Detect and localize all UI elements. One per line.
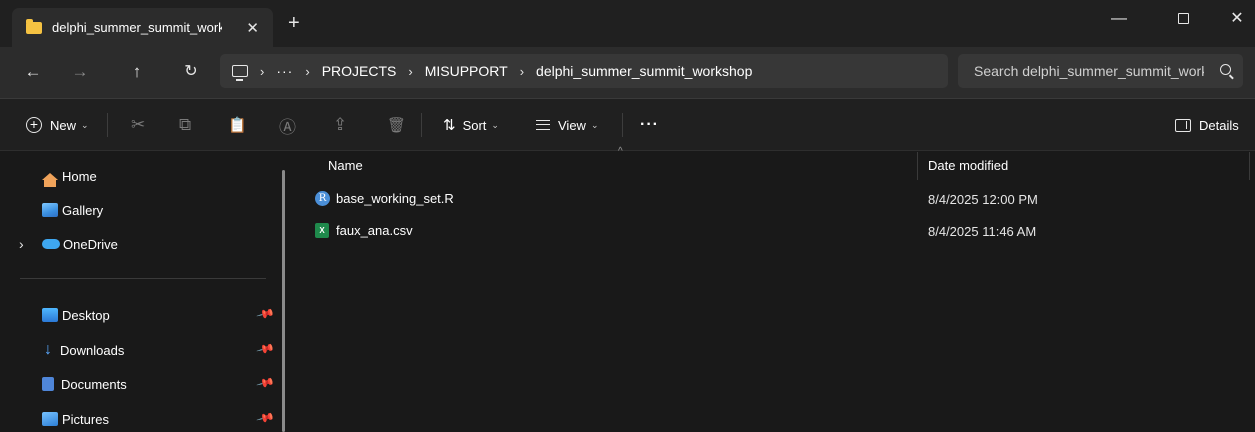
excel-csv-file-icon: X	[315, 223, 329, 238]
up-button[interactable]: ↑	[126, 62, 148, 82]
sidebar-item-label: Gallery	[62, 202, 104, 218]
back-button[interactable]: ←	[22, 62, 44, 82]
download-arrow-icon: ↓	[44, 341, 52, 358]
toolbar-divider	[421, 113, 422, 137]
close-window-button[interactable]: ✕	[1217, 6, 1255, 32]
new-button[interactable]: + New ⌄	[26, 115, 89, 135]
chevron-down-icon: ⌄	[590, 119, 599, 130]
address-bar[interactable]: › ··· › PROJECTS › MISUPPORT › delphi_su…	[220, 54, 948, 88]
sidebar-item-label: Documents	[61, 376, 127, 392]
details-pane-icon	[1175, 118, 1191, 132]
file-name-cell[interactable]: X faux_ana.csv	[315, 223, 413, 238]
plus-circle-icon: +	[26, 117, 42, 133]
column-header-date-modified[interactable]: Date modified	[928, 158, 1008, 173]
sort-ascending-caret-icon: ^	[618, 146, 623, 157]
details-button-label: Details	[1199, 117, 1239, 133]
column-header-name[interactable]: Name	[328, 158, 363, 173]
this-pc-icon[interactable]	[232, 65, 248, 81]
cut-button[interactable]: ✂	[131, 115, 145, 135]
breadcrumb-separator[interactable]: ›	[305, 64, 309, 79]
file-row[interactable]: X faux_ana.csv 8/4/2025 11:46 AM	[295, 219, 1255, 245]
chevron-down-icon: ⌄	[81, 119, 89, 130]
tab-title: delphi_summer_summit_works	[52, 20, 222, 35]
paste-button[interactable]: 📋	[228, 115, 247, 135]
delete-button[interactable]: 🗑	[387, 115, 406, 135]
maximize-button[interactable]	[1163, 6, 1203, 32]
title-bar: delphi_summer_summit_works ✕ + — ✕	[0, 0, 1255, 47]
file-date-modified: 8/4/2025 12:00 PM	[928, 192, 1038, 207]
folder-icon	[26, 18, 42, 34]
sidebar-item-onedrive[interactable]: OneDrive	[42, 234, 118, 254]
breadcrumb-misupport[interactable]: MISUPPORT	[425, 63, 508, 79]
file-name: base_working_set.R	[336, 191, 454, 206]
sort-button[interactable]: ⇅ Sort ⌄	[443, 115, 499, 135]
copy-button[interactable]: ⧉	[179, 115, 191, 135]
pin-icon[interactable]: 📌	[256, 408, 276, 428]
sidebar-item-label: Downloads	[60, 342, 125, 358]
sort-icon: ⇅	[443, 117, 456, 134]
breadcrumb-more-button[interactable]: ···	[276, 63, 293, 79]
column-resize-handle[interactable]	[1249, 152, 1250, 180]
gallery-icon	[42, 203, 58, 217]
breadcrumb-projects[interactable]: PROJECTS	[322, 63, 397, 79]
sidebar-divider	[20, 278, 266, 279]
pin-icon[interactable]: 📌	[256, 339, 276, 359]
file-list: ^ Name Date modified R base_working_set.…	[295, 146, 1255, 432]
search-input[interactable]: Search delphi_summer_summit_workshop	[974, 63, 1204, 79]
toolbar-divider	[622, 113, 623, 137]
desktop-icon	[42, 308, 58, 322]
breadcrumb-current-folder[interactable]: delphi_summer_summit_workshop	[536, 63, 752, 79]
sidebar-item-pictures[interactable]: Pictures	[42, 409, 109, 429]
documents-icon	[42, 377, 54, 391]
sidebar-item-label: Desktop	[62, 307, 110, 323]
forward-button[interactable]: →	[69, 62, 91, 82]
pin-icon[interactable]: 📌	[256, 373, 276, 393]
view-button-label: View	[558, 117, 586, 133]
maximize-icon	[1177, 13, 1189, 25]
tab-close-button[interactable]: ✕	[246, 19, 259, 37]
pictures-icon	[42, 412, 58, 426]
new-button-label: New	[50, 117, 77, 133]
pin-icon[interactable]: 📌	[256, 304, 276, 324]
sort-button-label: Sort	[462, 117, 487, 133]
new-tab-button[interactable]: +	[288, 13, 300, 33]
sidebar-item-downloads[interactable]: ↓ Downloads	[42, 340, 124, 360]
r-script-file-icon: R	[315, 191, 330, 206]
more-options-button[interactable]: ···	[640, 115, 659, 135]
sidebar-scrollbar[interactable]	[282, 170, 285, 432]
refresh-button[interactable]: ↻	[180, 62, 202, 82]
view-button[interactable]: View ⌄	[536, 115, 599, 135]
search-box[interactable]: Search delphi_summer_summit_workshop	[958, 54, 1243, 88]
details-pane-button[interactable]: Details	[1175, 115, 1239, 135]
search-icon[interactable]	[1220, 64, 1231, 75]
sidebar-item-label: Home	[62, 168, 97, 184]
sidebar-item-label: Pictures	[62, 411, 109, 427]
file-date-modified: 8/4/2025 11:46 AM	[928, 224, 1037, 239]
address-row: ← → ↑ ↻ › ··· › PROJECTS › MISUPPORT › d…	[0, 47, 1255, 99]
view-lines-icon	[536, 120, 550, 130]
sidebar-item-label: OneDrive	[63, 236, 118, 252]
share-button[interactable]: ⇪	[333, 115, 347, 135]
toolbar-divider	[107, 113, 108, 137]
chevron-down-icon: ⌄	[491, 119, 499, 130]
sidebar-item-home[interactable]: Home	[42, 166, 97, 187]
onedrive-cloud-icon	[42, 239, 60, 249]
minimize-button[interactable]: —	[1099, 6, 1139, 32]
file-row[interactable]: R base_working_set.R 8/4/2025 12:00 PM	[295, 187, 1255, 213]
rename-button[interactable]: Ⓐ	[279, 115, 296, 137]
home-icon	[42, 172, 58, 187]
navigation-pane: Home Gallery › OneDrive Desktop 📌 ↓ Down…	[0, 152, 290, 432]
sidebar-item-desktop[interactable]: Desktop	[42, 305, 110, 325]
breadcrumb-separator[interactable]: ›	[260, 64, 264, 79]
tab-active[interactable]: delphi_summer_summit_works ✕	[12, 8, 273, 47]
breadcrumb-separator[interactable]: ›	[408, 64, 412, 79]
breadcrumb-separator[interactable]: ›	[520, 64, 524, 79]
onedrive-expand-chevron-icon[interactable]: ›	[19, 236, 24, 252]
sidebar-item-gallery[interactable]: Gallery	[42, 200, 103, 220]
command-bar: + New ⌄ ✂ ⧉ 📋 Ⓐ ⇪ 🗑 ⇅ Sort ⌄ View ⌄ ··· …	[0, 99, 1255, 151]
file-name-cell[interactable]: R base_working_set.R	[315, 191, 454, 206]
column-resize-handle[interactable]	[917, 152, 918, 180]
file-name: faux_ana.csv	[336, 223, 413, 238]
sidebar-item-documents[interactable]: Documents	[42, 374, 127, 394]
